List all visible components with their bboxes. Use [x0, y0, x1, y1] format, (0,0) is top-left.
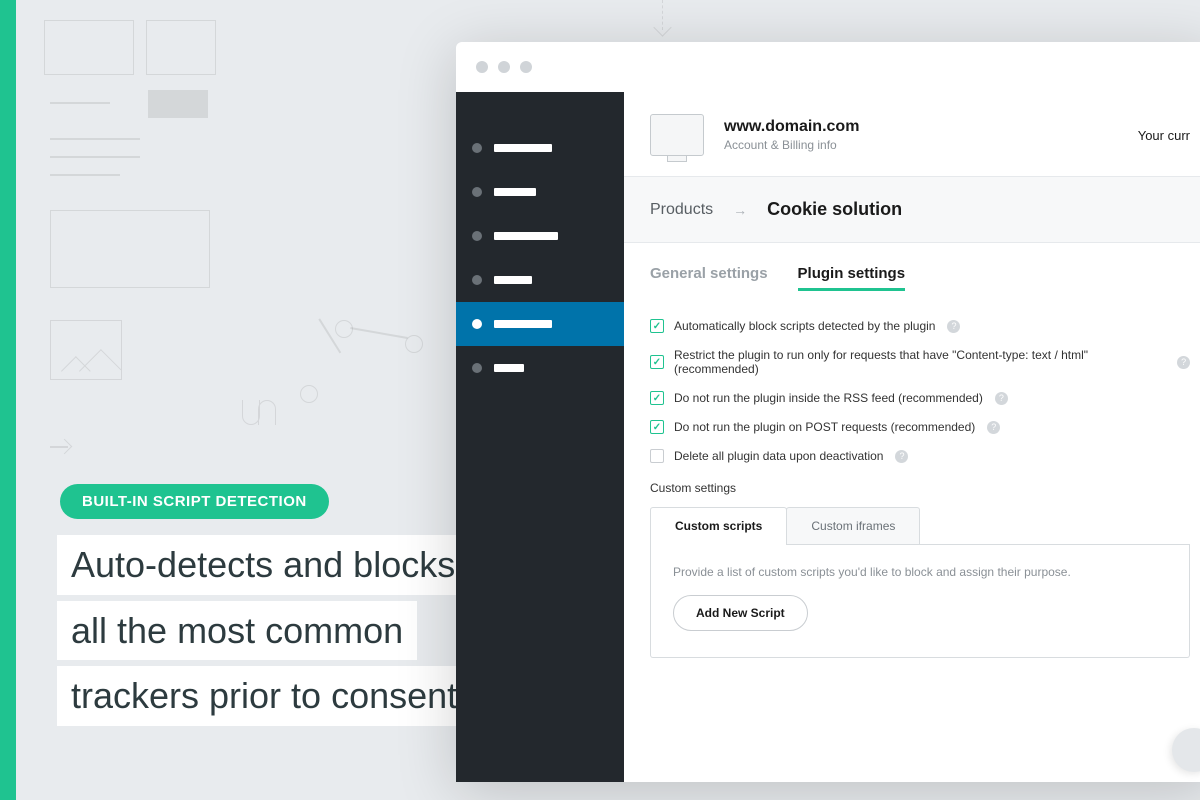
- help-icon[interactable]: ?: [1177, 356, 1190, 369]
- promo-headline: Auto-detects and blocks all the most com…: [57, 535, 471, 732]
- help-icon[interactable]: ?: [947, 320, 960, 333]
- option-label: Delete all plugin data upon deactivation: [674, 449, 883, 463]
- content-header: www.domain.com Account & Billing info Yo…: [624, 92, 1200, 177]
- floating-help-button[interactable]: [1172, 728, 1200, 772]
- sidebar-item[interactable]: [456, 214, 624, 258]
- breadcrumb-products[interactable]: Products: [650, 201, 713, 219]
- settings-tabs: General settings Plugin settings: [650, 265, 1190, 291]
- option-label: Do not run the plugin inside the RSS fee…: [674, 391, 983, 405]
- bg-wireframe: [148, 90, 208, 118]
- option-auto-block: Automatically block scripts detected by …: [650, 319, 1190, 333]
- option-no-rss: Do not run the plugin inside the RSS fee…: [650, 391, 1190, 405]
- breadcrumb-current: Cookie solution: [767, 199, 902, 220]
- checkbox-delete-data[interactable]: [650, 449, 664, 463]
- option-restrict-content-type: Restrict the plugin to run only for requ…: [650, 348, 1190, 376]
- tab-plugin-settings[interactable]: Plugin settings: [798, 265, 906, 291]
- accent-bar: [0, 0, 16, 800]
- option-label: Do not run the plugin on POST requests (…: [674, 420, 975, 434]
- bg-network-icon: [335, 320, 353, 338]
- sub-tab-custom-iframes[interactable]: Custom iframes: [786, 507, 920, 544]
- tab-general-settings[interactable]: General settings: [650, 265, 768, 291]
- sidebar-dot-icon: [472, 187, 482, 197]
- checkbox-auto-block[interactable]: [650, 319, 664, 333]
- promo-line: Auto-detects and blocks: [57, 535, 469, 595]
- traffic-light-icon: [498, 61, 510, 73]
- browser-window: www.domain.com Account & Billing info Yo…: [456, 42, 1200, 782]
- browser-chrome: [456, 42, 1200, 92]
- chevron-right-icon: →: [733, 202, 747, 218]
- promo-line: trackers prior to consent: [57, 666, 471, 726]
- account-billing-link[interactable]: Account & Billing info: [724, 138, 1118, 152]
- bg-wireframe: [50, 174, 120, 176]
- promo-badge: BUILT-IN SCRIPT DETECTION: [60, 484, 329, 519]
- sidebar-item[interactable]: [456, 346, 624, 390]
- option-no-post: Do not run the plugin on POST requests (…: [650, 420, 1190, 434]
- bg-network-icon: [405, 335, 423, 353]
- bg-image-icon: [50, 320, 122, 380]
- bg-wireframe: [44, 20, 134, 75]
- monitor-icon: [650, 114, 704, 156]
- bg-arrow-icon: [50, 440, 70, 460]
- bg-network-icon: [350, 327, 407, 339]
- plan-status-label: Your curr: [1138, 128, 1190, 143]
- bg-wireframe: [50, 156, 140, 158]
- option-label: Automatically block scripts detected by …: [674, 319, 935, 333]
- sidebar-item[interactable]: [456, 170, 624, 214]
- help-icon[interactable]: ?: [895, 450, 908, 463]
- traffic-light-icon: [520, 61, 532, 73]
- sidebar-item-active[interactable]: [456, 302, 624, 346]
- sidebar-dot-icon: [472, 143, 482, 153]
- sidebar-dot-icon: [472, 319, 482, 329]
- bg-network-icon: [300, 385, 318, 403]
- bg-arrow-down-icon: [653, 0, 673, 38]
- breadcrumb: Products → Cookie solution: [624, 177, 1200, 243]
- custom-scripts-description: Provide a list of custom scripts you'd l…: [673, 565, 1167, 579]
- sidebar-label-placeholder: [494, 320, 552, 328]
- bg-wireframe: [50, 138, 140, 140]
- sub-tab-custom-scripts[interactable]: Custom scripts: [650, 507, 787, 544]
- domain-name: www.domain.com: [724, 118, 1118, 136]
- sidebar-item[interactable]: [456, 258, 624, 302]
- admin-sidebar: [456, 92, 624, 782]
- sidebar-label-placeholder: [494, 276, 532, 284]
- custom-settings-heading: Custom settings: [650, 481, 1190, 495]
- bg-wireframe: [50, 210, 210, 288]
- sidebar-dot-icon: [472, 231, 482, 241]
- custom-scripts-panel: Provide a list of custom scripts you'd l…: [650, 545, 1190, 658]
- bg-wireframe: [50, 102, 110, 104]
- sidebar-label-placeholder: [494, 188, 536, 196]
- traffic-light-icon: [476, 61, 488, 73]
- add-new-script-button[interactable]: Add New Script: [673, 595, 808, 631]
- sidebar-label-placeholder: [494, 364, 524, 372]
- sidebar-label-placeholder: [494, 232, 558, 240]
- content-pane: www.domain.com Account & Billing info Yo…: [624, 92, 1200, 782]
- bg-squiggle-icon: [242, 400, 288, 424]
- help-icon[interactable]: ?: [995, 392, 1008, 405]
- option-label: Restrict the plugin to run only for requ…: [674, 348, 1165, 376]
- sidebar-dot-icon: [472, 363, 482, 373]
- checkbox-restrict-content-type[interactable]: [650, 355, 664, 369]
- bg-wireframe: [146, 20, 216, 75]
- checkbox-no-rss[interactable]: [650, 391, 664, 405]
- sidebar-dot-icon: [472, 275, 482, 285]
- checkbox-no-post[interactable]: [650, 420, 664, 434]
- option-delete-data: Delete all plugin data upon deactivation…: [650, 449, 1190, 463]
- promo-line: all the most common: [57, 601, 417, 661]
- sidebar-label-placeholder: [494, 144, 552, 152]
- help-icon[interactable]: ?: [987, 421, 1000, 434]
- sidebar-item[interactable]: [456, 126, 624, 170]
- main-panel: General settings Plugin settings Automat…: [624, 243, 1200, 782]
- custom-sub-tabs: Custom scripts Custom iframes: [650, 507, 1190, 545]
